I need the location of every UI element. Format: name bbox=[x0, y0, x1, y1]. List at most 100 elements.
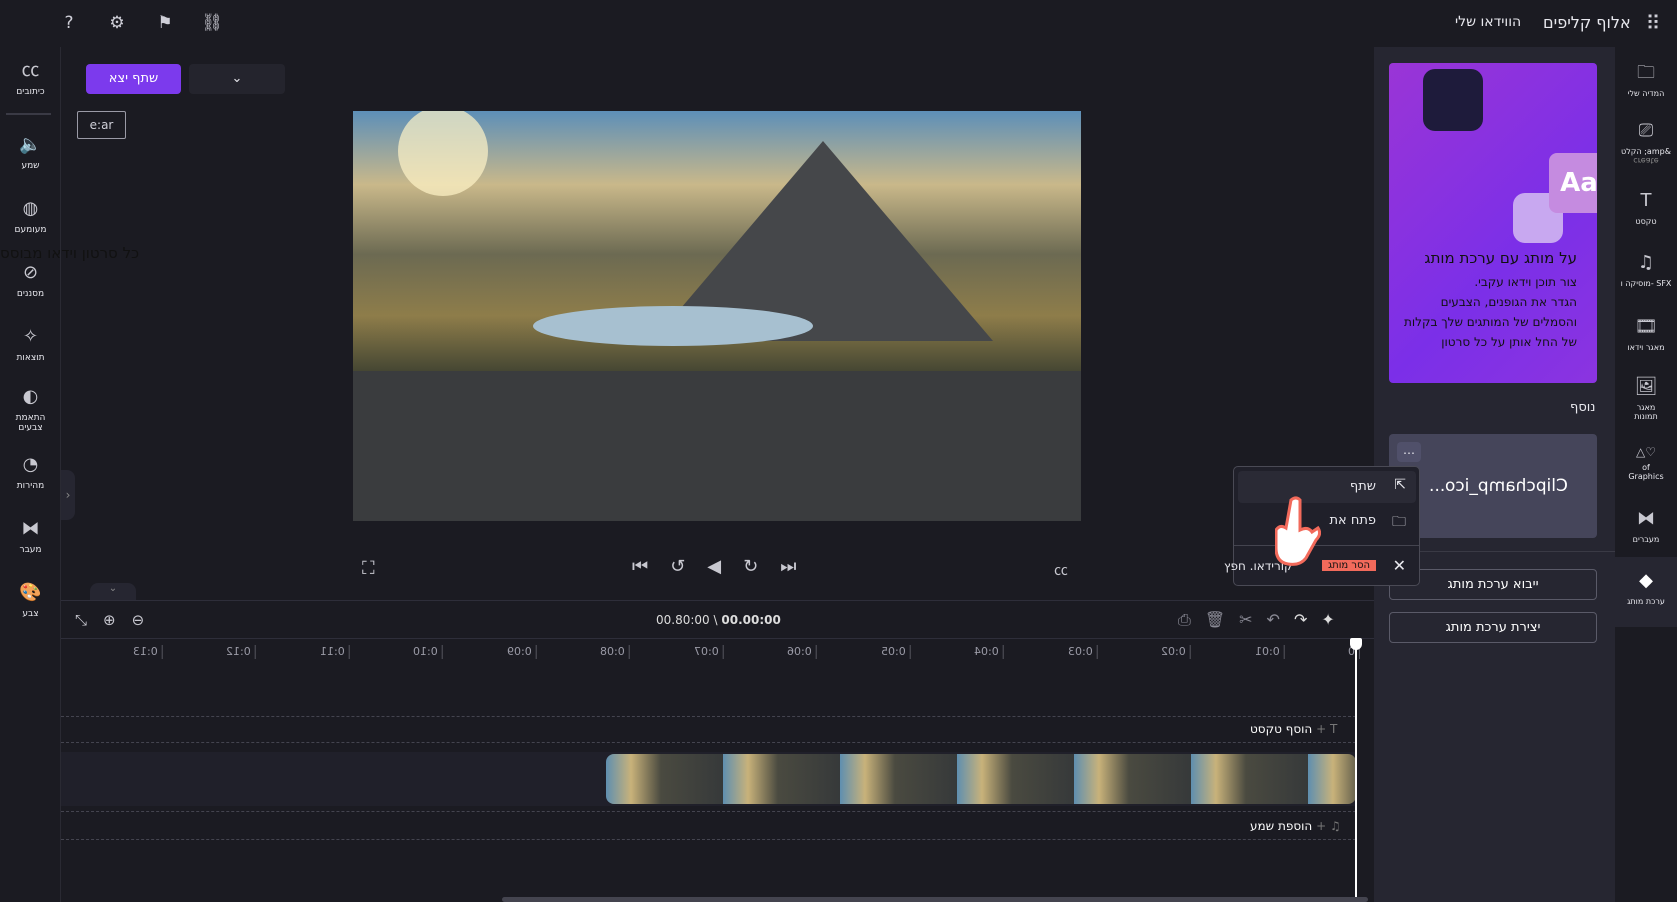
shapes-icon: △♡ bbox=[1636, 445, 1656, 459]
filters-icon: ⊘ bbox=[22, 262, 39, 283]
feedback-flag-icon[interactable]: ⚑ bbox=[154, 12, 176, 34]
font-sample-icon: Aa bbox=[1549, 153, 1597, 213]
apps-grid-icon[interactable]: ⠿ bbox=[1642, 12, 1664, 34]
brand-kit-card[interactable]: … Clipchamp_ico... bbox=[1389, 434, 1597, 538]
timeline-scrollbar[interactable] bbox=[502, 897, 1368, 902]
color-adjust-icon: ◐ bbox=[22, 386, 39, 407]
track-divider bbox=[61, 811, 1356, 812]
left-sidebar: ㏄ כיתובים 🔈 שמע ◍ מעומעם ⊘ מסננים ✧ תוצאות ◐ ה… bbox=[0, 47, 61, 902]
track-divider bbox=[61, 742, 1356, 743]
playhead-handle[interactable] bbox=[1350, 638, 1362, 650]
sidebar-item-graphics[interactable]: △♡ of Graphics bbox=[1615, 445, 1677, 481]
sidebar-item-filters[interactable]: ⊘ מסננים bbox=[0, 261, 61, 299]
skip-back-icon[interactable]: ⏮ bbox=[632, 556, 648, 577]
sidebar-item-fade[interactable]: ◍ מעומעם bbox=[0, 197, 61, 235]
share-nodes-icon[interactable]: ⛓ bbox=[201, 12, 223, 34]
cut-icon[interactable]: ✂ bbox=[1239, 610, 1252, 630]
brand-kit-icon: ◆ bbox=[1639, 570, 1653, 591]
zoom-out-icon[interactable]: ⊖ bbox=[132, 611, 145, 629]
divider bbox=[6, 113, 51, 115]
folder-icon: 🗀 bbox=[1637, 62, 1655, 83]
ruler-tick: 0:02 bbox=[1161, 645, 1191, 659]
settings-icon[interactable]: ⚙ bbox=[106, 12, 128, 34]
sidebar-item-transitions[interactable]: ⧓ מעברים bbox=[1615, 507, 1677, 544]
effects-wand-icon: ✧ bbox=[22, 326, 39, 347]
fit-timeline-icon[interactable]: ⤡ bbox=[75, 611, 87, 629]
sidebar-item-text[interactable]: T טקסט bbox=[1615, 189, 1677, 226]
playhead[interactable] bbox=[1355, 640, 1357, 902]
forward-5-icon[interactable]: ↻ bbox=[743, 556, 758, 577]
undo-icon[interactable]: ↶ bbox=[1267, 610, 1280, 630]
ruler-tick: 0:04 bbox=[974, 645, 1004, 659]
collapse-timeline-button[interactable]: ⌄ bbox=[90, 583, 136, 600]
promo-line: צור תוכן וידאו עקבי. bbox=[1474, 275, 1577, 289]
track-divider bbox=[61, 716, 1356, 717]
ruler-divider bbox=[61, 638, 1374, 639]
add-text-track[interactable]: הוסף טקסט + T bbox=[1250, 722, 1337, 736]
palette-icon: 🎨 bbox=[19, 582, 42, 603]
sidebar-item-my-media[interactable]: 🗀 המדיה שלי bbox=[1615, 61, 1677, 98]
sidebar-item-record[interactable]: ⎚ הקלט ;amp& create bbox=[1615, 119, 1677, 165]
add-audio-track[interactable]: הוספת שמע + ♫ bbox=[1250, 819, 1341, 833]
zoom-in-icon[interactable]: ⊕ bbox=[103, 611, 116, 629]
text-icon: T bbox=[1329, 722, 1338, 736]
magic-icon[interactable]: ✦ bbox=[1321, 610, 1334, 630]
sidebar-item-transition[interactable]: ⧓ מעבר bbox=[0, 517, 61, 555]
menu-item-share[interactable]: שתף ⇱ bbox=[1238, 471, 1416, 503]
sidebar-item-audio[interactable]: 🔈 שמע bbox=[0, 133, 61, 171]
sidebar-item-music[interactable]: ♫ מוסיקה ו- SFX bbox=[1615, 251, 1677, 288]
time-display: 00.80:00 \ 00.00:00 bbox=[656, 613, 781, 627]
sidebar-item-stock-images[interactable]: 🖼 מאגר תמונות bbox=[1615, 375, 1677, 421]
hand-pointer-cursor bbox=[1274, 496, 1322, 566]
sidebar-item-color[interactable]: 🎨 צבע bbox=[0, 581, 61, 619]
captions-icon[interactable]: ㏄ bbox=[1054, 560, 1068, 580]
brand-kit-promo-card: Aa על מותג עם ערכת מותג צור תוכן וידאו ע… bbox=[1389, 63, 1597, 383]
fade-icon: ◍ bbox=[22, 198, 39, 219]
promo-line: והסמלים של המותגים שלך בקלות bbox=[1403, 315, 1577, 329]
menu-item-open[interactable]: פתח את 🗀 bbox=[1238, 505, 1416, 537]
video-preview[interactable] bbox=[353, 106, 1081, 521]
help-icon[interactable]: ? bbox=[58, 12, 80, 34]
record-icon: ⎚ bbox=[1638, 120, 1654, 141]
export-button[interactable]: שתף יצא bbox=[86, 64, 181, 94]
sidebar-item-effects[interactable]: ✧ תוצאות bbox=[0, 325, 61, 363]
add-media-icon[interactable]: ⎙ bbox=[1178, 610, 1191, 630]
sidebar-item-brand-kit[interactable]: ◆ ערכת מותג bbox=[1615, 557, 1677, 627]
sidebar-item-speed[interactable]: ◔ מהירות bbox=[0, 453, 61, 491]
transition-icon: ⧓ bbox=[21, 518, 40, 539]
delete-icon[interactable]: 🗑 bbox=[1205, 610, 1225, 630]
sidebar-item-color-adjust[interactable]: ◐ התאמת צבעים bbox=[0, 385, 61, 433]
aspect-ratio-button[interactable]: e:ar bbox=[77, 111, 126, 139]
ruler-tick: 0:08 bbox=[600, 645, 630, 659]
fullscreen-icon[interactable]: ⛶ bbox=[362, 558, 375, 579]
ruler-tick: 0:03 bbox=[1067, 645, 1098, 659]
sidebar-item-captions[interactable]: ㏄ כיתובים bbox=[0, 59, 61, 97]
promo-line: הגדר את הגופנים, הצבעים bbox=[1440, 295, 1577, 309]
ruler-tick: 0:05 bbox=[880, 645, 911, 659]
brand-title: אלוף קליפים bbox=[1543, 13, 1631, 32]
image-icon: 🖼 bbox=[1634, 376, 1658, 397]
top-bar: ? ⚙ ⚑ ⛓ הווידאו שלי אלוף קליפים ⠿ bbox=[0, 0, 1677, 47]
context-menu: שתף ⇱ פתח את 🗀 קורידאו. חפץ הסר מותג ✕ bbox=[1224, 466, 1420, 586]
expand-left-panel-button[interactable]: › bbox=[61, 470, 75, 520]
promo-line: של החל אותן על כל סרטון bbox=[1441, 335, 1577, 349]
ruler-tick: 0:12 bbox=[226, 645, 256, 659]
import-brand-kit-button[interactable]: ייבוא ערכת מותג bbox=[1389, 569, 1597, 600]
rewind-5-icon[interactable]: ↺ bbox=[670, 556, 685, 577]
film-icon: 🎞 bbox=[1634, 316, 1658, 337]
share-icon: ⇱ bbox=[1394, 477, 1406, 493]
redo-icon[interactable]: ↷ bbox=[1294, 610, 1307, 630]
menu-item-remove-brand[interactable]: קורידאו. חפץ הסר מותג ✕ bbox=[1224, 551, 1418, 583]
video-clip[interactable] bbox=[606, 754, 1356, 804]
brand-kit-name: Clipchamp_ico... bbox=[1429, 476, 1568, 496]
more-options-button[interactable]: … bbox=[1397, 442, 1421, 462]
ruler-tick: 0:10 bbox=[413, 645, 443, 659]
play-icon[interactable]: ◀ bbox=[707, 556, 721, 577]
create-brand-kit-button[interactable]: יצירת ערכת מותג bbox=[1389, 612, 1597, 643]
text-icon: T bbox=[1640, 190, 1652, 211]
skip-forward-icon[interactable]: ⏭ bbox=[780, 556, 796, 577]
export-dropdown[interactable]: ⌄ bbox=[189, 64, 285, 94]
sidebar-item-stock-video[interactable]: 🎞 מאגר וידאו bbox=[1615, 315, 1677, 352]
close-icon: ✕ bbox=[1392, 556, 1406, 575]
my-videos-link[interactable]: הווידאו שלי bbox=[1455, 14, 1521, 30]
